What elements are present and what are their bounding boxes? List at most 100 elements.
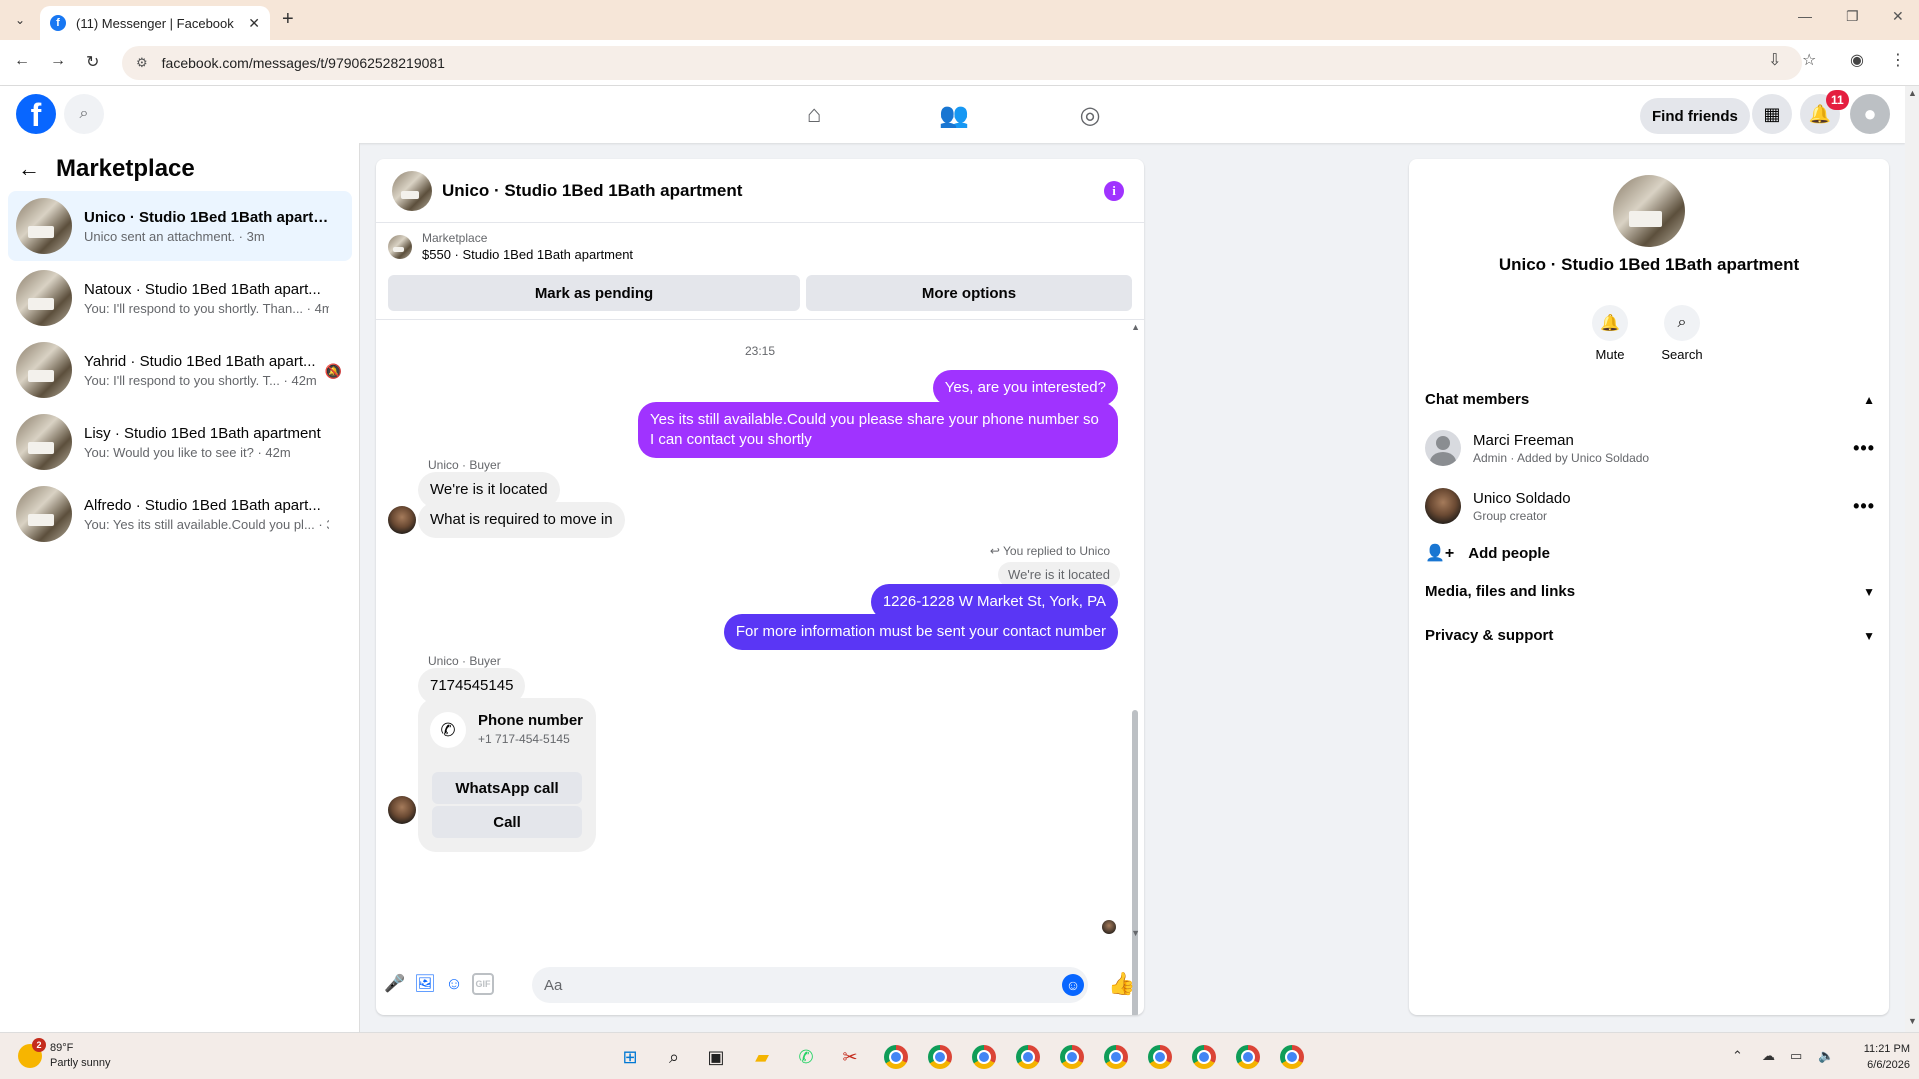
member-row[interactable]: Marci Freeman Admin · Added by Unico Sol… [1425, 423, 1875, 473]
chrome-profile-icon[interactable] [1190, 1043, 1218, 1071]
sticker-icon[interactable]: ☺ [443, 973, 465, 995]
chat-members-section[interactable]: Chat members ▲ [1425, 391, 1875, 408]
forward-arrow-icon[interactable]: → [50, 52, 66, 70]
scroll-down-icon[interactable]: ▼ [1908, 1016, 1917, 1026]
bell-icon: 🔔 [1592, 305, 1628, 341]
scroll-down-icon[interactable]: ▼ [1131, 928, 1140, 938]
file-explorer-icon[interactable]: ▰ [748, 1043, 776, 1071]
facebook-logo-icon[interactable]: f [16, 94, 56, 134]
phone-card-number: +1 717-454-5145 [478, 732, 570, 746]
profile-icon[interactable]: ◉ [1850, 50, 1864, 70]
info-icon[interactable]: i [1104, 181, 1124, 201]
start-windows-icon[interactable]: ⊞ [616, 1043, 644, 1071]
message-input[interactable] [532, 967, 1088, 1003]
chat-listing-thumbnail[interactable] [392, 170, 432, 211]
find-friends-button[interactable]: Find friends [1640, 98, 1750, 134]
chrome-profile-icon[interactable] [1014, 1043, 1042, 1071]
chrome-profile-icon[interactable] [1278, 1043, 1306, 1071]
weather-widget[interactable]: 2 89°F Partly sunny [18, 1038, 111, 1071]
conversation-item[interactable]: Unico · Studio 1Bed 1Bath apartment Unic… [8, 191, 352, 261]
outgoing-message[interactable]: Yes its still available.Could you please… [638, 402, 1118, 458]
snipping-tool-icon[interactable]: ✂ [836, 1043, 864, 1071]
more-options-icon[interactable]: ••• [1853, 438, 1875, 459]
browser-tab-messenger[interactable]: f (11) Messenger | Facebook ✕ [40, 6, 270, 40]
install-app-icon[interactable]: ⇩ [1768, 50, 1781, 70]
call-button[interactable]: Call [432, 806, 582, 838]
search-icon[interactable]: ⌕ [660, 1043, 688, 1071]
whatsapp-call-button[interactable]: WhatsApp call [432, 772, 582, 804]
weather-badge: 2 [32, 1038, 46, 1052]
browser-tabstrip: ⌄ f (11) Messenger | Facebook ✕ + — ❐ ✕ [0, 0, 1919, 40]
conversation-item[interactable]: Yahrid · Studio 1Bed 1Bath apart... You:… [8, 335, 352, 405]
chrome-profile-icon[interactable] [1058, 1043, 1086, 1071]
back-arrow-icon[interactable]: ← [18, 156, 40, 182]
reply-indicator: ↩ You replied to Unico [989, 544, 1110, 558]
chat-title[interactable]: Unico · Studio 1Bed 1Bath apartment [442, 181, 742, 201]
outgoing-message[interactable]: For more information must be sent your c… [723, 614, 1118, 650]
conversation-item[interactable]: Lisy · Studio 1Bed 1Bath apartment You: … [8, 407, 352, 477]
groups-icon[interactable]: ◎ [1070, 98, 1110, 132]
more-options-icon[interactable]: ••• [1853, 496, 1875, 517]
listing-thumbnail [16, 486, 72, 542]
window-close-icon[interactable]: ✕ [1892, 8, 1904, 25]
mute-button[interactable]: 🔔 Mute [1580, 305, 1640, 362]
chrome-profile-icon[interactable] [970, 1043, 998, 1071]
bookmark-star-icon[interactable]: ☆ [1802, 50, 1816, 70]
onedrive-icon[interactable]: ☁ [1762, 1048, 1775, 1064]
add-people-button[interactable]: 👤+ Add people [1425, 543, 1550, 563]
home-icon[interactable]: ⌂ [794, 98, 834, 132]
tab-close-icon[interactable]: ✕ [248, 15, 260, 32]
search-conversation-button[interactable]: ⌕ Search [1652, 305, 1712, 362]
account-avatar[interactable]: ● [1850, 94, 1890, 134]
menu-grid-icon[interactable]: ▦ [1752, 94, 1792, 134]
new-tab-icon[interactable]: + [282, 8, 294, 31]
restore-icon[interactable]: ❐ [1846, 8, 1859, 25]
media-files-links-section[interactable]: Media, files and links ▼ [1425, 583, 1875, 600]
message-thread[interactable]: ▲ ▼ 23:15 Yes, are you interested? Yes i… [376, 320, 1144, 1015]
thumbs-up-icon[interactable]: 👍 [1108, 971, 1135, 997]
network-icon[interactable]: ▭ [1790, 1048, 1802, 1064]
chrome-profile-icon[interactable] [1234, 1043, 1262, 1071]
system-clock[interactable]: 11:21 PM 6/6/2026 [1850, 1041, 1910, 1073]
mark-as-pending-button[interactable]: Mark as pending [388, 275, 800, 311]
gif-icon[interactable]: GIF [472, 973, 494, 995]
back-arrow-icon[interactable]: ← [14, 52, 30, 70]
microphone-icon[interactable]: 🎤 [384, 973, 406, 995]
chrome-profile-icon[interactable] [1102, 1043, 1130, 1071]
conversation-avatar[interactable] [1613, 175, 1685, 247]
scroll-up-icon[interactable]: ▲ [1908, 88, 1917, 98]
sender-avatar[interactable] [388, 506, 416, 534]
chrome-profile-icon[interactable] [882, 1043, 910, 1071]
conversation-name: Unico · Studio 1Bed 1Bath apartment [84, 208, 329, 226]
chrome-icon[interactable] [926, 1043, 954, 1071]
emoji-icon[interactable]: ☺ [1062, 974, 1084, 996]
friends-icon[interactable]: 👥 [934, 98, 974, 132]
task-view-icon[interactable]: ▣ [702, 1043, 730, 1071]
conversation-item[interactable]: Natoux · Studio 1Bed 1Bath apart... You:… [8, 263, 352, 333]
conversation-item[interactable]: Alfredo · Studio 1Bed 1Bath apart... You… [8, 479, 352, 549]
site-info-icon[interactable]: ⚙ [136, 55, 148, 71]
photo-icon[interactable]: 🖼 [414, 973, 436, 995]
address-bar[interactable]: ⚙ facebook.com/messages/t/97906252821908… [122, 46, 1802, 80]
minimize-icon[interactable]: — [1798, 8, 1812, 24]
search-icon[interactable]: ⌕ [64, 94, 104, 134]
conversation-name: Unico · Studio 1Bed 1Bath apartment [1498, 255, 1800, 274]
tray-overflow-chevron-icon[interactable]: ⌃ [1732, 1048, 1743, 1064]
browser-menu-icon[interactable]: ⋮ [1890, 50, 1906, 70]
page-scrollbar[interactable]: ▲ ▼ [1905, 86, 1919, 1032]
conversation-name: Yahrid · Studio 1Bed 1Bath apart... [84, 352, 316, 370]
privacy-support-section[interactable]: Privacy & support ▼ [1425, 627, 1875, 644]
sender-avatar[interactable] [388, 796, 416, 824]
scroll-up-icon[interactable]: ▲ [1131, 322, 1140, 332]
reload-icon[interactable]: ↻ [86, 52, 99, 72]
tab-list-chevron-icon[interactable]: ⌄ [8, 8, 32, 32]
whatsapp-icon[interactable]: ✆ [792, 1043, 820, 1071]
volume-icon[interactable]: 🔈 [1818, 1048, 1834, 1064]
marketplace-listing-banner[interactable]: Marketplace $550 · Studio 1Bed 1Bath apa… [388, 231, 633, 262]
chrome-profile-icon[interactable] [1146, 1043, 1174, 1071]
incoming-message[interactable]: What is required to move in [418, 502, 625, 538]
member-avatar [1425, 488, 1461, 524]
more-options-button[interactable]: More options [806, 275, 1132, 311]
member-row[interactable]: Unico Soldado Group creator ••• [1425, 481, 1875, 531]
outgoing-message[interactable]: Yes, are you interested? [932, 370, 1118, 406]
